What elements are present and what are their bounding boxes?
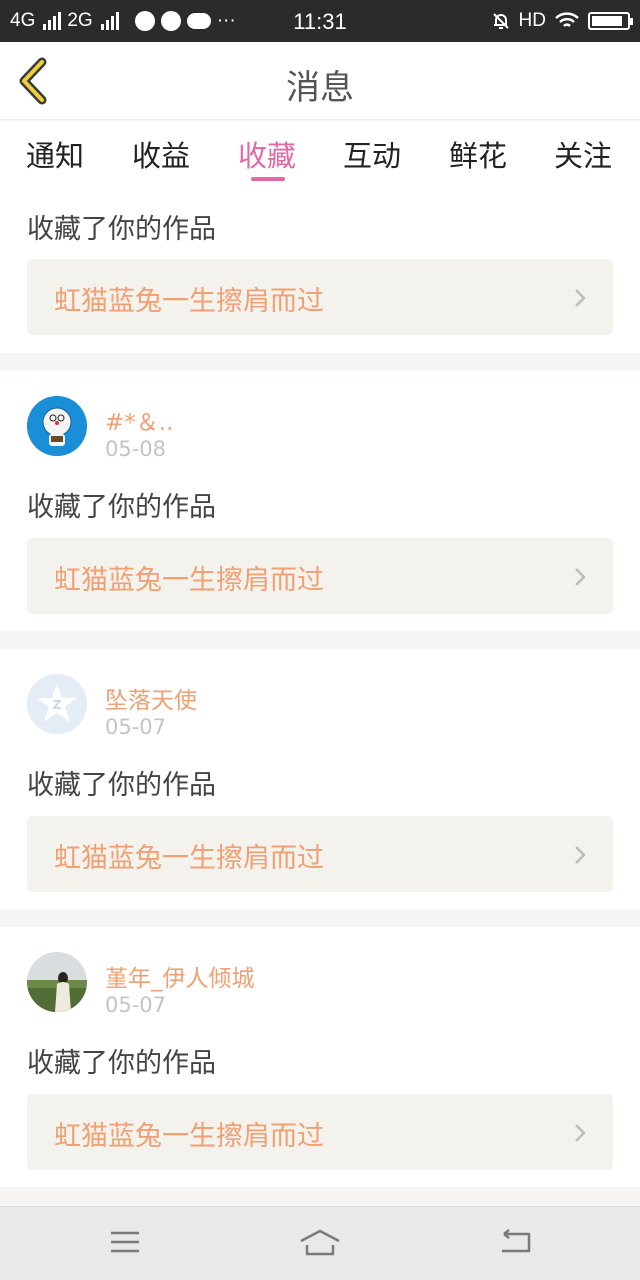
tab-following[interactable]: 关注 — [554, 133, 612, 175]
tab-earnings[interactable]: 收益 — [132, 133, 190, 175]
message-card: 收藏了你的作品 虹猫蓝兔一生擦肩而过 — [0, 187, 640, 353]
work-link[interactable]: 虹猫蓝兔一生擦肩而过 — [27, 259, 613, 335]
active-tab-indicator — [251, 177, 285, 181]
battery-icon — [588, 12, 633, 30]
username[interactable]: #*＆.. — [105, 403, 173, 437]
wifi-icon — [555, 12, 579, 27]
work-link[interactable]: 虹猫蓝兔一生擦肩而过 — [27, 816, 613, 892]
chevron-right-icon — [575, 846, 586, 864]
avatar[interactable] — [27, 396, 87, 456]
mute-icon — [492, 13, 509, 29]
doraemon-avatar-image — [27, 396, 87, 456]
page-title: 消息 — [286, 68, 354, 108]
avatar[interactable]: Z — [27, 674, 87, 734]
message-date: 05-08 — [105, 437, 167, 461]
tab-bar: 通知 收益 收藏 互动 鲜花 关注 — [0, 121, 640, 187]
chevron-right-icon — [575, 289, 586, 307]
message-action: 收藏了你的作品 — [27, 1048, 216, 1079]
avatar[interactable] — [27, 952, 87, 1012]
default-avatar-image: Z — [27, 674, 87, 734]
username[interactable]: 坠落天使 — [105, 681, 197, 715]
chevron-right-icon — [575, 1124, 586, 1142]
message-date: 05-07 — [105, 993, 167, 1017]
work-link[interactable]: 虹猫蓝兔一生擦肩而过 — [27, 538, 613, 614]
header: 消息 — [0, 42, 640, 120]
return-icon[interactable] — [498, 1227, 534, 1257]
message-card: 堇年_伊人倾城 05-07 收藏了你的作品 虹猫蓝兔一生擦肩而过 — [0, 927, 640, 1187]
work-title: 虹猫蓝兔一生擦肩而过 — [54, 843, 324, 874]
status-right: HD — [491, 10, 633, 32]
tab-flowers[interactable]: 鲜花 — [449, 133, 507, 175]
tab-favorites[interactable]: 收藏 — [238, 133, 296, 175]
work-title: 虹猫蓝兔一生擦肩而过 — [54, 1121, 324, 1152]
status-bar: 4G 2G ··· 11:31 HD — [0, 0, 640, 42]
chevron-right-icon — [575, 568, 586, 586]
username[interactable]: 堇年_伊人倾城 — [105, 959, 255, 993]
message-card: #*＆.. 05-08 收藏了你的作品 虹猫蓝兔一生擦肩而过 — [0, 371, 640, 631]
message-action: 收藏了你的作品 — [27, 492, 216, 523]
message-date: 05-07 — [105, 715, 167, 739]
svg-text:Z: Z — [53, 698, 62, 712]
work-link[interactable]: 虹猫蓝兔一生擦肩而过 — [27, 1094, 613, 1170]
system-nav-bar — [0, 1206, 640, 1280]
hd-label: HD — [518, 10, 546, 31]
photo-avatar-image — [27, 952, 87, 1012]
message-card: Z 坠落天使 05-07 收藏了你的作品 虹猫蓝兔一生擦肩而过 — [0, 649, 640, 909]
message-action: 收藏了你的作品 — [27, 214, 216, 245]
tab-interactions[interactable]: 互动 — [343, 133, 401, 175]
tab-notice[interactable]: 通知 — [26, 133, 84, 175]
message-action: 收藏了你的作品 — [27, 770, 216, 801]
menu-icon[interactable] — [108, 1227, 142, 1257]
work-title: 虹猫蓝兔一生擦肩而过 — [54, 286, 324, 317]
home-icon[interactable] — [298, 1227, 342, 1259]
work-title: 虹猫蓝兔一生擦肩而过 — [54, 565, 324, 596]
